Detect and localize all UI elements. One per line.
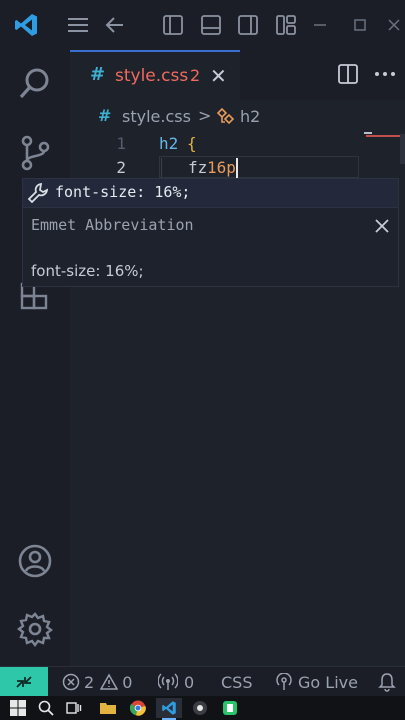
breadcrumb-separator: > [198,106,212,125]
tab-problem-count: 2 [190,66,201,85]
account-icon[interactable] [14,540,56,582]
notifications-bell-icon[interactable] [378,672,396,692]
title-bar [0,0,405,50]
back-arrow-icon[interactable] [104,12,126,38]
details-body: font-size: 16%; [31,262,144,280]
error-count: 2 [84,672,95,692]
warning-count: 0 [122,672,133,692]
vscode-taskbar-icon[interactable] [156,698,182,718]
close-details-icon[interactable] [375,218,391,234]
close-tab-icon[interactable]: ✕ [210,64,227,88]
ports-indicator[interactable]: 0 [157,672,195,692]
menu-icon[interactable] [66,12,90,38]
more-actions-icon[interactable] [374,64,398,86]
toggle-panel-icon[interactable] [200,12,222,38]
open-brace: { [187,134,197,153]
text-cursor [236,158,238,178]
os-taskbar [0,696,405,720]
settings-gear-icon[interactable] [14,608,56,650]
code-line: 1 h2 { [70,134,405,158]
tab-filename: style.css [115,66,189,86]
warning-icon [99,673,119,691]
symbol-icon [215,107,235,127]
suggestion-item[interactable]: font-size: 16%; [22,178,399,208]
search-icon[interactable] [14,62,56,104]
file-explorer-icon[interactable] [98,698,118,718]
suggestion-details: Emmet Abbreviation font-size: 16%; [22,207,399,287]
details-title: Emmet Abbreviation [31,216,194,234]
breadcrumb-symbol[interactable]: h2 [240,107,260,126]
maximize-icon[interactable] [352,12,368,38]
windows-start-icon[interactable] [8,698,28,718]
wrench-icon [27,182,49,204]
task-view-icon[interactable] [64,698,84,718]
css-selector: h2 [159,134,179,153]
obs-icon[interactable] [190,698,210,718]
editor-area: # style.css 2 ✕ # style.css > h2 1 h2 { [70,50,405,666]
taskbar-search-icon[interactable] [36,698,56,718]
remote-indicator[interactable] [0,667,48,697]
line-number: 1 [116,134,126,153]
chrome-icon[interactable] [128,698,148,718]
problems-indicator[interactable]: 2 0 [62,672,132,692]
broadcast-icon [157,673,179,691]
app-icon-green[interactable] [220,698,240,718]
activity-bar [0,50,70,666]
go-live-icon [275,672,293,691]
close-window-icon[interactable] [386,12,402,38]
typed-number: 16p [207,158,236,177]
minimize-icon[interactable] [312,12,328,38]
breadcrumb: # style.css > h2 [70,104,405,132]
breadcrumb-css-icon: # [98,106,112,125]
tab-style-css[interactable]: # style.css 2 ✕ [70,50,240,100]
toggle-secondary-sidebar-icon[interactable] [237,12,259,38]
split-editor-icon[interactable] [338,64,360,86]
error-icon [62,673,80,691]
css-file-icon: # [90,64,106,85]
go-live-label: Go Live [298,672,358,692]
source-control-icon[interactable] [14,132,56,174]
customize-layout-icon[interactable] [275,12,297,38]
indent-guide [161,158,162,180]
status-bar: 2 0 0 CSS Go Live [0,666,405,697]
suggestion-label: font-size: 16%; [55,183,191,201]
typed-abbreviation: fz [188,158,208,177]
line-number: 2 [116,158,126,177]
toggle-sidebar-icon[interactable] [162,12,184,38]
vscode-logo-icon [12,12,40,38]
go-live-button[interactable]: Go Live [275,672,358,692]
breadcrumb-file[interactable]: style.css [122,107,191,126]
language-mode[interactable]: CSS [221,672,252,692]
ports-count: 0 [184,672,195,692]
tab-bar: # style.css 2 ✕ [70,50,405,100]
